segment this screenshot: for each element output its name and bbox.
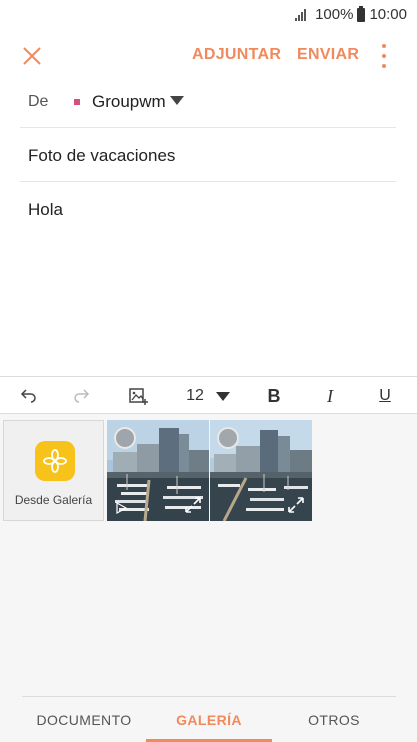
- font-size-value: 12: [186, 387, 204, 404]
- from-label: De: [28, 93, 49, 110]
- clock: 10:00: [369, 6, 407, 23]
- font-size-selector[interactable]: 12: [180, 377, 236, 415]
- from-row[interactable]: De Groupwm: [20, 82, 396, 128]
- body-text[interactable]: Hola: [28, 200, 63, 220]
- account-dropdown-icon[interactable]: [170, 96, 184, 105]
- tab-documento[interactable]: DOCUMENTO: [22, 697, 146, 742]
- underline-button[interactable]: U: [373, 377, 397, 415]
- from-gallery-button[interactable]: Desde Galería: [3, 420, 104, 521]
- subject-text[interactable]: Foto de vacaciones: [28, 146, 175, 166]
- insert-image-icon[interactable]: [124, 377, 152, 415]
- redo-icon[interactable]: [68, 377, 96, 415]
- select-checkbox[interactable]: [114, 427, 136, 449]
- gallery-thumbnail[interactable]: [107, 420, 209, 521]
- attachment-panel: Desde Galería: [0, 414, 417, 742]
- tab-galeria[interactable]: GALERÍA: [146, 697, 272, 742]
- more-options-icon[interactable]: [379, 44, 389, 68]
- account-color-dot: [74, 99, 80, 105]
- select-checkbox[interactable]: [217, 427, 239, 449]
- format-toolbar: 12 B I U: [0, 376, 417, 414]
- app-bar: ADJUNTAR ENVIAR: [0, 30, 417, 82]
- battery-icon: [357, 5, 366, 22]
- font-size-dropdown-icon: [215, 391, 230, 401]
- play-icon: [116, 502, 127, 514]
- from-account[interactable]: Groupwm: [92, 92, 166, 112]
- signal-icon: [295, 8, 311, 21]
- status-bar: 100% 10:00: [0, 0, 417, 30]
- from-gallery-label: Desde Galería: [14, 493, 93, 507]
- battery-percent: 100%: [315, 6, 354, 23]
- italic-button[interactable]: I: [318, 377, 342, 415]
- close-icon[interactable]: [18, 42, 46, 70]
- subject-field[interactable]: Foto de vacaciones: [20, 128, 396, 182]
- undo-icon[interactable]: [14, 377, 42, 415]
- attach-button[interactable]: ADJUNTAR: [192, 46, 281, 64]
- bold-button[interactable]: B: [262, 377, 286, 415]
- gallery-thumbnail[interactable]: [210, 420, 312, 521]
- send-button[interactable]: ENVIAR: [297, 46, 359, 64]
- tab-otros[interactable]: OTROS: [272, 697, 396, 742]
- attachment-tabs: DOCUMENTO GALERÍA OTROS: [22, 696, 396, 742]
- expand-icon[interactable]: [183, 495, 203, 515]
- gallery-app-icon: [35, 441, 75, 481]
- expand-icon[interactable]: [286, 495, 306, 515]
